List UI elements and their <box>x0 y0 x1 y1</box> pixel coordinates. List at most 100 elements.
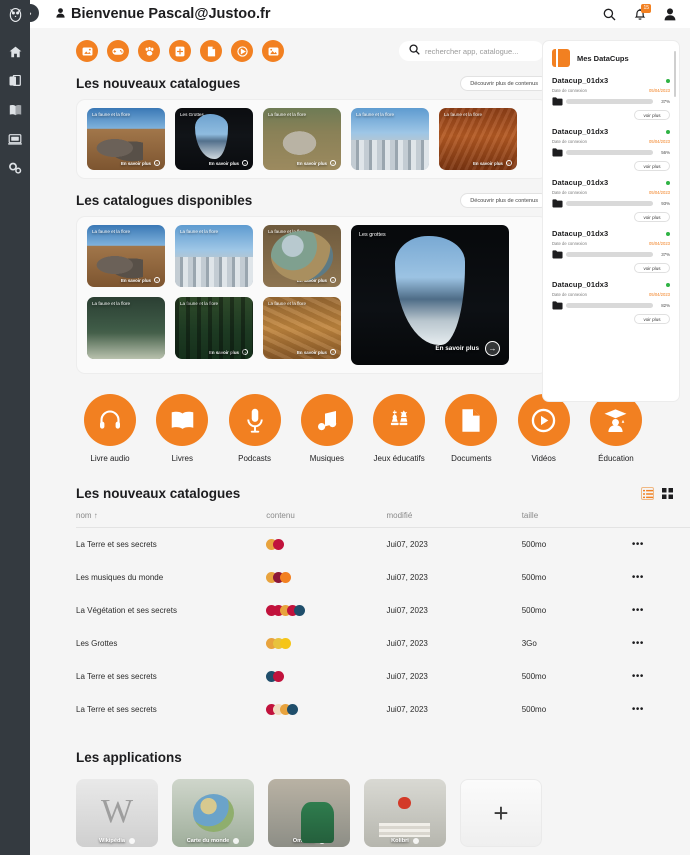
row-actions-menu-icon[interactable]: ••• <box>632 561 690 594</box>
catalogue-card[interactable]: La faune et la flore En savoir plus › <box>175 225 253 287</box>
cell-modifie: Jui07, 2023 <box>386 672 428 681</box>
catalogue-card[interactable]: La faune et la flore En savoir plus › <box>87 225 165 287</box>
table-row[interactable]: La Terre et ses secrets Jui07, 2023 500m… <box>76 528 690 562</box>
catalogue-card[interactable]: La faune et la flore En savoir plus › <box>87 297 165 359</box>
row-actions-menu-icon[interactable]: ••• <box>632 660 690 693</box>
grid-view-icon[interactable] <box>661 487 674 500</box>
catalogue-card-cta[interactable]: En savoir plus › <box>209 349 248 355</box>
book-plus-icon[interactable] <box>169 40 191 62</box>
table-row[interactable]: La Terre et ses secrets Jui07, 2023 500m… <box>76 693 690 726</box>
catalogue-card[interactable]: La faune et la flore En savoir plus › <box>263 297 341 359</box>
column-modifie[interactable]: modifié <box>386 511 522 528</box>
datacup-voir-plus-button[interactable]: voir plus <box>634 263 670 273</box>
sidebar-item-settings[interactable] <box>4 160 26 176</box>
column-nom[interactable]: nom ↑ <box>76 511 267 528</box>
datacup-item[interactable]: Datacup_01dx3 Date de connexion 05/04/20… <box>552 280 670 324</box>
category-documents[interactable]: Documents <box>437 394 505 464</box>
cell-taille: 500mo <box>521 672 547 681</box>
catalogue-card-cta[interactable]: En savoir plus › <box>385 160 424 166</box>
datacup-voir-plus-button[interactable]: voir plus <box>634 314 670 324</box>
catalogue-card[interactable]: Les Grottes En savoir plus › <box>175 108 253 170</box>
catalogue-card-cta[interactable]: En savoir plus › <box>297 160 336 166</box>
catalogue-card-cta[interactable]: En savoir plus › <box>297 277 336 283</box>
application-tile[interactable]: OmekaS <box>268 779 350 847</box>
category-vid-os[interactable]: Vidéos <box>510 394 578 464</box>
gear-icon[interactable] <box>319 838 326 844</box>
paw-icon[interactable] <box>138 40 160 62</box>
catalogue-card-featured[interactable]: Les grottes En savoir plus → <box>351 225 509 365</box>
datacup-item[interactable]: Datacup_01dx3 Date de connexion 05/04/20… <box>552 229 670 273</box>
play-circle-icon[interactable] <box>231 40 253 62</box>
table-row[interactable]: Les Grottes Jui07, 2023 3Go ••• <box>76 627 690 660</box>
column-contenu[interactable]: contenu <box>266 511 387 528</box>
catalogue-card-cta[interactable]: En savoir plus › <box>121 277 160 283</box>
catalogue-card-cta-label: En savoir plus <box>384 160 415 166</box>
table-row[interactable]: La Terre et ses secrets Jui07, 2023 500m… <box>76 660 690 693</box>
picture-icon[interactable] <box>262 40 284 62</box>
gear-icon[interactable] <box>412 838 419 844</box>
catalogue-card-cta[interactable]: En savoir plus › <box>473 160 512 166</box>
search-input[interactable] <box>425 46 534 56</box>
category-musiques[interactable]: Musiques <box>293 394 361 464</box>
add-application-button[interactable]: + <box>460 779 542 847</box>
catalogue-card-cta[interactable]: En savoir plus › <box>121 160 160 166</box>
discover-more-available-button[interactable]: Découvrir plus de contenus <box>460 193 548 208</box>
catalogue-card-cta-label: En savoir plus <box>208 277 239 283</box>
catalogue-card-cta[interactable]: En savoir plus › <box>209 160 248 166</box>
bell-icon[interactable]: 15 <box>634 3 651 21</box>
application-tile[interactable]: Kolibri <box>364 779 446 847</box>
row-actions-menu-icon[interactable]: ••• <box>632 627 690 660</box>
datacup-voir-plus-button[interactable]: voir plus <box>634 110 670 120</box>
cell-nom: La Terre et ses secrets <box>76 540 157 549</box>
search-icon[interactable] <box>603 8 616 21</box>
application-label: OmekaS <box>292 838 316 844</box>
catalogue-card[interactable]: La faune et la flore En savoir plus › <box>263 108 341 170</box>
row-actions-menu-icon[interactable]: ••• <box>632 528 690 562</box>
gamepad-icon[interactable] <box>107 40 129 62</box>
datacup-item[interactable]: Datacup_01dx3 Date de connexion 05/04/20… <box>552 127 670 171</box>
discover-more-new-button[interactable]: Découvrir plus de contenus <box>460 76 548 91</box>
catalogue-card-cta[interactable]: En savoir plus › <box>209 277 248 283</box>
sidebar-item-library[interactable] <box>4 102 26 118</box>
gear-icon[interactable] <box>129 838 136 844</box>
gear-icon[interactable] <box>233 838 240 844</box>
datacup-voir-plus-button[interactable]: voir plus <box>634 212 670 222</box>
datacup-row-date: Date de connexion 05/04/2023 <box>552 139 670 144</box>
datacup-voir-plus-button[interactable]: voir plus <box>634 161 670 171</box>
catalogue-card[interactable]: La faune et la flore En savoir plus › <box>439 108 517 170</box>
search-bar[interactable] <box>399 41 544 61</box>
category--ducation[interactable]: Éducation <box>582 394 650 464</box>
row-actions-menu-icon[interactable]: ••• <box>632 693 690 726</box>
sidebar-item-home[interactable] <box>4 44 26 60</box>
sidebar-toggle-chevron-right-icon[interactable]: › <box>30 4 39 22</box>
category-jeux-ducatifs[interactable]: Jeux éducatifs <box>365 394 433 464</box>
category-livre-audio[interactable]: Livre audio <box>76 394 144 464</box>
owl-logo-icon[interactable] <box>0 0 30 28</box>
application-tile[interactable]: Wikipédia <box>76 779 158 847</box>
catalogue-card[interactable]: La faune et la flore En savoir plus › <box>175 297 253 359</box>
catalogue-card-cta-label: En savoir plus <box>120 349 151 355</box>
datacups-scrollbar[interactable] <box>674 51 676 97</box>
catalogue-card[interactable]: La faune et la flore En savoir plus › <box>263 225 341 287</box>
column-taille[interactable]: taille <box>521 511 632 528</box>
file-icon[interactable] <box>200 40 222 62</box>
account-icon[interactable] <box>664 7 676 21</box>
catalogue-card[interactable]: La faune et la flore En savoir plus › <box>87 108 165 170</box>
catalogue-card-cta[interactable]: En savoir plus › <box>121 349 160 355</box>
image-icon[interactable] <box>76 40 98 62</box>
datacup-item[interactable]: Datacup_01dx3 Date de connexion 05/04/20… <box>552 76 670 120</box>
table-row[interactable]: Les musiques du monde Jui07, 2023 500mo … <box>76 561 690 594</box>
catalogue-card-cta[interactable]: En savoir plus › <box>297 349 336 355</box>
sidebar-item-documents[interactable] <box>4 73 26 89</box>
datacup-item[interactable]: Datacup_01dx3 Date de connexion 05/04/20… <box>552 178 670 222</box>
table-row[interactable]: La Végétation et ses secrets Jui07, 2023… <box>76 594 690 627</box>
row-actions-menu-icon[interactable]: ••• <box>632 594 690 627</box>
catalogue-card[interactable]: La faune et la flore En savoir plus › <box>351 108 429 170</box>
sidebar-item-screen[interactable] <box>4 131 26 147</box>
catalogue-card-cta[interactable]: En savoir plus → <box>435 341 500 356</box>
list-view-icon[interactable] <box>641 487 654 500</box>
application-tile[interactable]: Carte du monde <box>172 779 254 847</box>
catalogue-card-cta-label: En savoir plus <box>120 160 151 166</box>
category-livres[interactable]: Livres <box>148 394 216 464</box>
category-podcasts[interactable]: Podcasts <box>221 394 289 464</box>
